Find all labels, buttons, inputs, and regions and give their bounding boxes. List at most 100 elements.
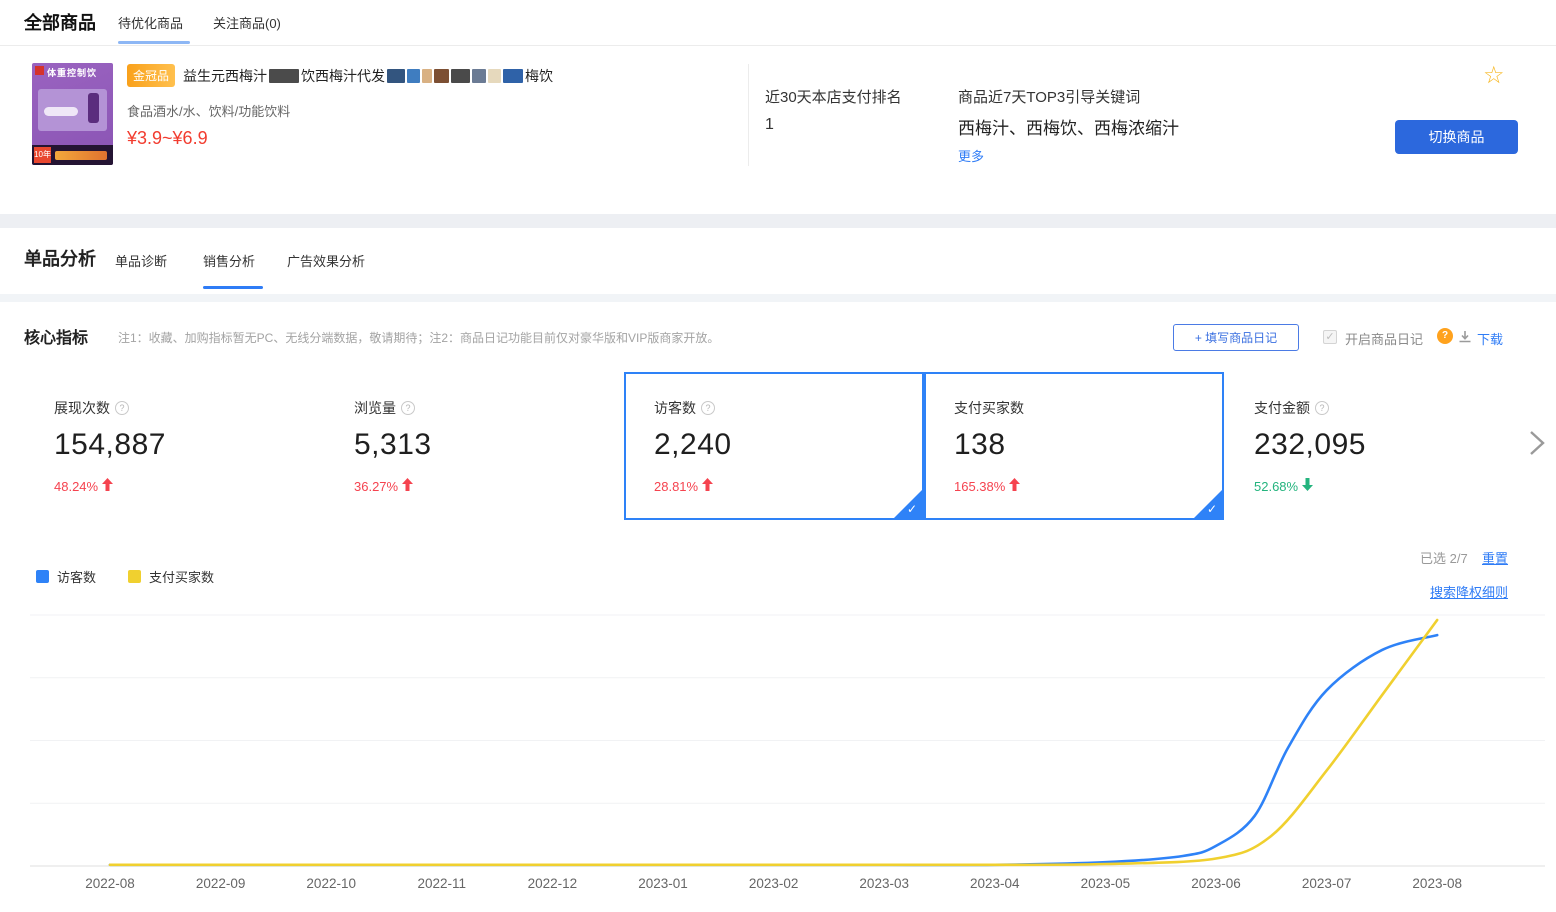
x-axis-tick-label: 2023-07 [1302, 876, 1352, 891]
download-icon[interactable] [1458, 330, 1472, 344]
top-tab-bar: 全部商品 待优化商品 关注商品(0) [0, 0, 1556, 46]
analysis-tab-bar: 单品分析 单品诊断 销售分析 广告效果分析 [0, 228, 1556, 294]
active-tab-underline [118, 41, 190, 44]
top-keywords-label: 商品近7天TOP3引导关键词 [958, 86, 1140, 107]
legend-label: 访客数 [57, 567, 96, 586]
product-title-row: 金冠品 益生元西梅汁饮西梅汁代发梅饮 [127, 64, 767, 87]
switch-product-button[interactable]: 切换商品 [1395, 120, 1518, 154]
tab-to-optimize[interactable]: 待优化商品 [118, 13, 183, 32]
metric-card-visitors[interactable]: 访客数? 2,240 28.81% ✓ [624, 372, 924, 520]
trend-arrow-icon [102, 478, 113, 494]
help-icon[interactable]: ? [701, 401, 715, 415]
metric-card-paying-buyers[interactable]: 支付买家数? 138 165.38% ✓ [924, 372, 1224, 520]
metric-change: 165.38% [954, 478, 1222, 494]
x-axis-tick-label: 2022-11 [418, 876, 467, 891]
thumb-orange-bar [55, 151, 107, 160]
section-separator [0, 214, 1556, 228]
product-price: ¥3.9~¥6.9 [127, 128, 208, 149]
reset-link[interactable]: 重置 [1482, 548, 1508, 567]
metric-value: 2,240 [654, 428, 922, 462]
tab-sales-analysis[interactable]: 销售分析 [203, 251, 255, 270]
product-analytics-page: 全部商品 待优化商品 关注商品(0) 体重控制饮 10年 金冠品 益生元西梅汁饮… [0, 0, 1556, 912]
legend-swatch [128, 570, 141, 583]
thumb-pill [44, 107, 78, 116]
legend-item-visitors[interactable]: 访客数 [36, 567, 96, 586]
metric-change: 36.27% [354, 478, 624, 494]
trend-line-chart: 2022-08 2022-09 2022-10 2022-11 2022-12 2023-… [0, 600, 1556, 912]
x-axis-tick-label: 2022-08 [85, 876, 135, 891]
thumb-years-badge: 10年 [34, 147, 51, 163]
product-summary-panel: 体重控制饮 10年 金冠品 益生元西梅汁饮西梅汁代发梅饮 食品酒水/水、饮料/功… [0, 46, 1556, 214]
line-chart-svg: 2022-08 2022-09 2022-10 2022-11 2022-12 2023-… [0, 600, 1556, 912]
metric-label: 展现次数 [54, 398, 110, 418]
x-axis-tick-label: 2023-01 [638, 876, 688, 891]
metric-value: 5,313 [354, 428, 624, 462]
metric-card-payment-amount[interactable]: 支付金额? 232,095 52.68% ✓ [1224, 372, 1524, 520]
metric-change: 28.81% [654, 478, 922, 494]
metric-label: 支付金额 [1254, 398, 1310, 418]
metrics-next-chevron-icon[interactable] [1526, 430, 1548, 456]
x-axis-tick-label: 2022-10 [306, 876, 356, 891]
trend-arrow-icon [1009, 478, 1020, 494]
thumb-top-text: 体重控制饮 [47, 66, 97, 79]
thumb-red-square [35, 66, 44, 75]
legend-swatch [36, 570, 49, 583]
metric-label: 支付买家数 [954, 398, 1024, 418]
tab-watched-products[interactable]: 关注商品(0) [213, 13, 281, 32]
metric-value: 232,095 [1254, 428, 1524, 462]
thumb-bottle [88, 93, 99, 123]
metric-change: 48.24% [54, 478, 324, 494]
core-metrics-note: 注1：收藏、加购指标暂无PC、无线分端数据，敬请期待；注2：商品日记功能目前仅对… [118, 329, 719, 346]
help-icon[interactable]: ? [115, 401, 129, 415]
x-axis-tick-label: 2023-03 [859, 876, 909, 891]
download-link[interactable]: 下载 [1477, 329, 1503, 348]
search-demotion-rules-link[interactable]: 搜索降权细则 [1430, 582, 1508, 601]
more-link[interactable]: 更多 [958, 146, 984, 165]
metric-value: 154,887 [54, 428, 324, 462]
metric-label: 浏览量 [354, 398, 396, 418]
metric-value: 138 [954, 428, 1222, 462]
diary-help-icon[interactable]: ? [1437, 328, 1453, 344]
favorite-star-icon[interactable]: ☆ [1483, 64, 1505, 88]
pay-rank-value: 1 [765, 116, 774, 134]
diary-toggle-label: 开启商品日记 [1345, 329, 1423, 348]
metric-label: 访客数 [654, 398, 696, 418]
diary-checkbox[interactable]: ✓ [1323, 330, 1337, 344]
metric-card-impressions[interactable]: 展现次数? 154,887 48.24% ✓ [24, 372, 324, 520]
x-axis-tick-label: 2023-02 [749, 876, 799, 891]
product-title[interactable]: 益生元西梅汁饮西梅汁代发梅饮 [183, 66, 553, 86]
x-axis-tick-label: 2023-05 [1081, 876, 1131, 891]
analysis-title: 单品分析 [24, 245, 96, 271]
legend-label: 支付买家数 [149, 567, 214, 586]
core-metrics-title: 核心指标 [24, 324, 88, 348]
selected-check-icon: ✓ [1193, 489, 1223, 519]
trend-arrow-icon [402, 478, 413, 494]
gold-crown-badge: 金冠品 [127, 64, 175, 87]
top-keywords-value: 西梅汁、西梅饮、西梅浓缩汁 [958, 114, 1179, 139]
x-axis-tick-label: 2023-04 [970, 876, 1020, 891]
x-axis-tick-label: 2022-12 [528, 876, 578, 891]
trend-arrow-icon [1302, 478, 1313, 494]
product-thumbnail[interactable]: 体重控制饮 10年 [32, 63, 113, 165]
metric-change: 52.68% [1254, 478, 1524, 494]
help-icon[interactable]: ? [401, 401, 415, 415]
active-tab-underline [203, 286, 263, 289]
tab-all-products[interactable]: 全部商品 [24, 9, 96, 35]
section-separator [0, 294, 1556, 302]
metric-card-pageviews[interactable]: 浏览量? 5,313 36.27% ✓ [324, 372, 624, 520]
trend-arrow-icon [702, 478, 713, 494]
tab-ad-effect[interactable]: 广告效果分析 [287, 251, 365, 270]
selected-check-icon: ✓ [893, 489, 923, 519]
x-axis-tick-label: 2022-09 [196, 876, 246, 891]
tab-item-diagnosis[interactable]: 单品诊断 [115, 251, 167, 270]
product-category: 食品酒水/水、饮料/功能饮料 [127, 101, 290, 120]
metric-cards-row: 展现次数? 154,887 48.24% ✓ 浏览量? 5,313 36.27%… [24, 372, 1526, 520]
panel-divider [748, 64, 749, 166]
write-product-diary-button[interactable]: + 填写商品日记 [1173, 324, 1299, 351]
help-icon[interactable]: ? [1315, 401, 1329, 415]
x-axis-tick-label: 2023-06 [1191, 876, 1241, 891]
x-axis-tick-label: 2023-08 [1412, 876, 1462, 891]
legend-item-paying-buyers[interactable]: 支付买家数 [128, 567, 214, 586]
pay-rank-label: 近30天本店支付排名 [765, 86, 902, 107]
chart-legend: 访客数 支付买家数 [36, 567, 214, 586]
